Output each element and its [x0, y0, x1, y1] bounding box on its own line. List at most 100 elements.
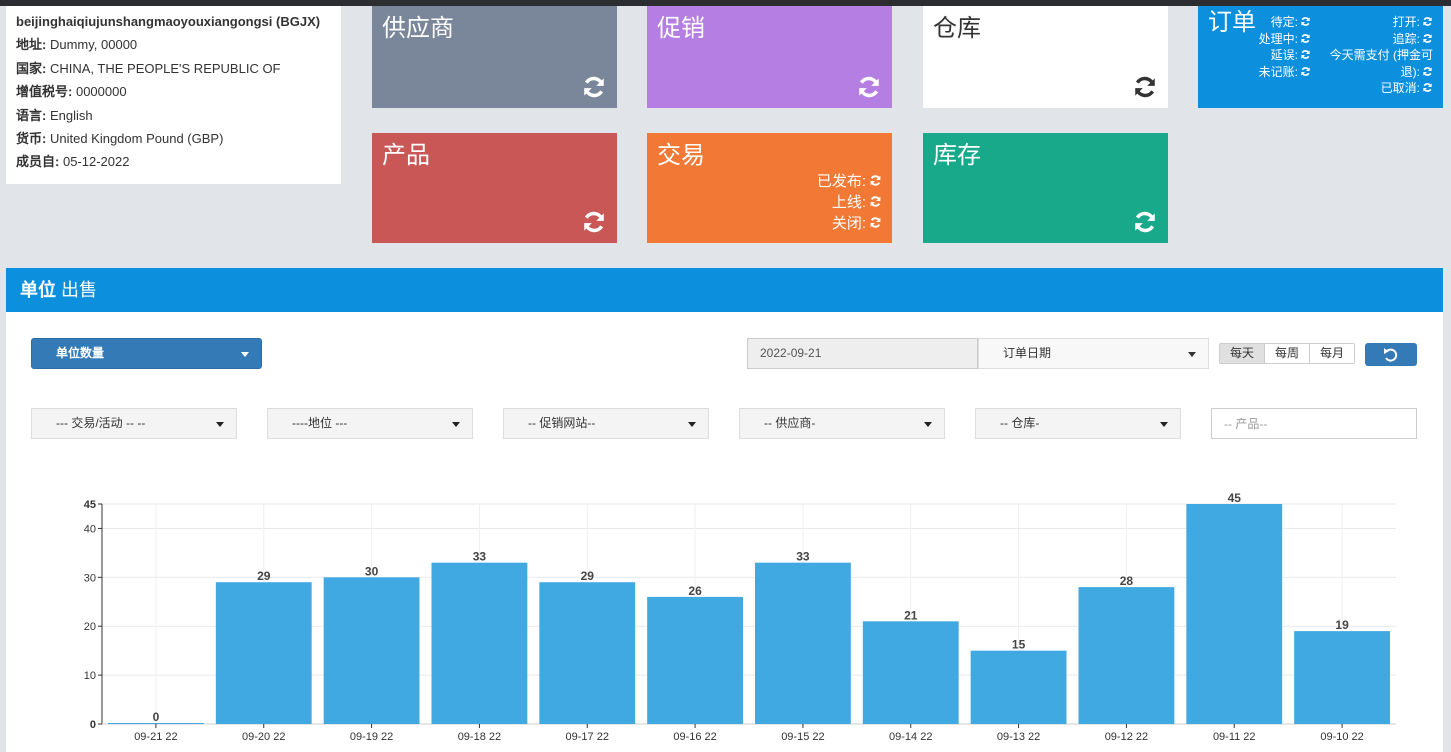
- bar[interactable]: [755, 562, 851, 724]
- tile-warehouse[interactable]: 仓库: [923, 6, 1168, 108]
- panel-title-bold: 单位: [20, 280, 56, 300]
- refresh-icon[interactable]: [1132, 74, 1158, 100]
- stat-label: 追踪:: [1392, 31, 1420, 46]
- orders-stat-row[interactable]: 退):: [1330, 64, 1433, 81]
- filter-supplier[interactable]: -- 供应商-: [739, 408, 945, 439]
- date-input[interactable]: 2022-09-21: [747, 338, 978, 369]
- tile-orders[interactable]: 订单 待定: 处理中: 延误: 未记账: 打开: 追踪: 今天需支付 (押金可 退): 已取消…: [1198, 6, 1443, 108]
- stat-label: 关闭:: [831, 215, 866, 232]
- tile-title: 库存: [933, 142, 981, 169]
- trade-stat-closed[interactable]: 关闭:: [817, 213, 882, 234]
- orders-stat-row[interactable]: 待定:: [1259, 14, 1311, 31]
- refresh-icon[interactable]: [1300, 49, 1311, 60]
- tile-trade[interactable]: 交易 已发布: 上线: 关闭:: [647, 133, 892, 243]
- chevron-down-icon: [452, 422, 460, 427]
- x-tick-label: 09-17 22: [566, 731, 609, 743]
- info-label: 语言:: [16, 107, 47, 123]
- refresh-icon[interactable]: [1422, 33, 1433, 44]
- stat-label: 处理中:: [1258, 31, 1298, 46]
- bar-value-label: 30: [365, 564, 379, 578]
- bar[interactable]: [431, 562, 528, 724]
- sales-bar-chart: 0 10 20 30 40 45 0 09-21 22 29 09-20 22 30 09-19 22…: [84, 491, 1396, 743]
- stat-label: 打开:: [1392, 15, 1420, 29]
- product-input[interactable]: [1211, 408, 1417, 439]
- bar[interactable]: [647, 596, 743, 724]
- period-weekly[interactable]: 每周: [1264, 344, 1310, 363]
- orders-stat-row[interactable]: 已取消:: [1330, 80, 1433, 97]
- x-tick-label: 09-11 22: [1213, 731, 1256, 743]
- x-tick-label: 09-18 22: [458, 731, 501, 743]
- refresh-icon[interactable]: [1422, 66, 1433, 77]
- orders-stat-row[interactable]: 处理中:: [1259, 31, 1311, 48]
- x-tick-label: 09-14 22: [889, 731, 932, 743]
- tile-promotion[interactable]: 促销: [647, 6, 892, 108]
- refresh-icon[interactable]: [1300, 33, 1311, 44]
- orders-stat-row[interactable]: 打开:: [1330, 14, 1433, 31]
- info-label: 地址:: [16, 37, 47, 53]
- chevron-down-icon: [1188, 352, 1196, 357]
- x-tick-label: 09-20 22: [242, 731, 285, 743]
- period-monthly[interactable]: 每月: [1309, 344, 1355, 363]
- bar-value-label: 45: [1228, 491, 1242, 505]
- tile-title: 促销: [657, 15, 705, 42]
- info-row-currency: 货币: United Kingdom Pound (GBP): [16, 127, 331, 150]
- refresh-icon[interactable]: [581, 74, 607, 100]
- tile-supplier[interactable]: 供应商: [372, 6, 617, 108]
- orders-stat-row[interactable]: 追踪:: [1330, 31, 1433, 48]
- refresh-icon[interactable]: [869, 174, 882, 187]
- stat-label: 上线:: [831, 194, 866, 211]
- stat-label: 今天需支付 (押金可: [1329, 48, 1433, 63]
- stat-label: 退):: [1400, 64, 1420, 79]
- stat-label: 待定:: [1270, 15, 1298, 29]
- refresh-icon[interactable]: [1422, 82, 1433, 93]
- metric-select[interactable]: 单位数量: [31, 338, 262, 369]
- y-tick-label: 40: [84, 523, 96, 535]
- filter-warehouse[interactable]: -- 仓库-: [975, 408, 1181, 439]
- period-daily[interactable]: 每天: [1220, 344, 1265, 363]
- chevron-down-icon: [216, 422, 224, 427]
- orders-stat-row[interactable]: 延误:: [1259, 47, 1311, 64]
- info-row-language: 语言: English: [16, 104, 331, 127]
- refresh-icon[interactable]: [1132, 209, 1158, 235]
- stat-label: 未记账:: [1258, 64, 1298, 79]
- orders-stat-row[interactable]: 今天需支付 (押金可: [1330, 47, 1433, 64]
- orders-left-stats: 待定: 处理中: 延误: 未记账:: [1259, 14, 1311, 80]
- bar[interactable]: [1078, 587, 1175, 724]
- bar[interactable]: [1294, 631, 1390, 724]
- refresh-icon[interactable]: [869, 216, 882, 229]
- bar[interactable]: [1186, 504, 1283, 724]
- filter-promo-site[interactable]: -- 促销网站--: [503, 408, 709, 439]
- bar[interactable]: [323, 577, 420, 724]
- tile-product[interactable]: 产品: [372, 133, 617, 243]
- bar-value-label: 19: [1335, 618, 1349, 632]
- bar[interactable]: [970, 650, 1067, 724]
- refresh-icon[interactable]: [1300, 16, 1311, 27]
- tile-title: 产品: [382, 142, 430, 169]
- filter-label: --- 交易/活动 -- --: [56, 416, 146, 430]
- chevron-down-icon: [924, 422, 932, 427]
- x-tick-label: 09-13 22: [997, 731, 1040, 743]
- filter-status[interactable]: ----地位 ---: [267, 408, 473, 439]
- bar[interactable]: [862, 621, 959, 724]
- orders-right-stats: 打开: 追踪: 今天需支付 (押金可 退): 已取消:: [1330, 14, 1433, 97]
- refresh-icon[interactable]: [856, 74, 882, 100]
- bar[interactable]: [539, 582, 636, 724]
- bar[interactable]: [215, 582, 312, 724]
- date-type-select[interactable]: 订单日期: [978, 338, 1209, 369]
- filter-trade[interactable]: --- 交易/活动 -- --: [31, 408, 237, 439]
- bar-value-label: 26: [688, 584, 702, 598]
- reset-button[interactable]: [1365, 343, 1417, 366]
- trade-stat-online[interactable]: 上线:: [817, 192, 882, 213]
- info-value: United Kingdom Pound (GBP): [49, 131, 224, 147]
- refresh-icon[interactable]: [1300, 66, 1311, 77]
- tile-stock[interactable]: 库存: [923, 133, 1168, 243]
- info-value: Dummy, 00000: [49, 37, 138, 53]
- info-row-country: 国家: CHINA, THE PEOPLE'S REPUBLIC OF: [16, 57, 331, 80]
- refresh-icon[interactable]: [869, 195, 882, 208]
- refresh-icon[interactable]: [1422, 16, 1433, 27]
- tile-title: 交易: [657, 142, 705, 169]
- orders-stat-row[interactable]: 未记账:: [1259, 64, 1311, 81]
- trade-stat-published[interactable]: 已发布:: [817, 171, 882, 192]
- company-name: beijinghaiqiujunshangmaoyouxiangongsi (B…: [16, 14, 321, 29]
- refresh-icon[interactable]: [581, 209, 607, 235]
